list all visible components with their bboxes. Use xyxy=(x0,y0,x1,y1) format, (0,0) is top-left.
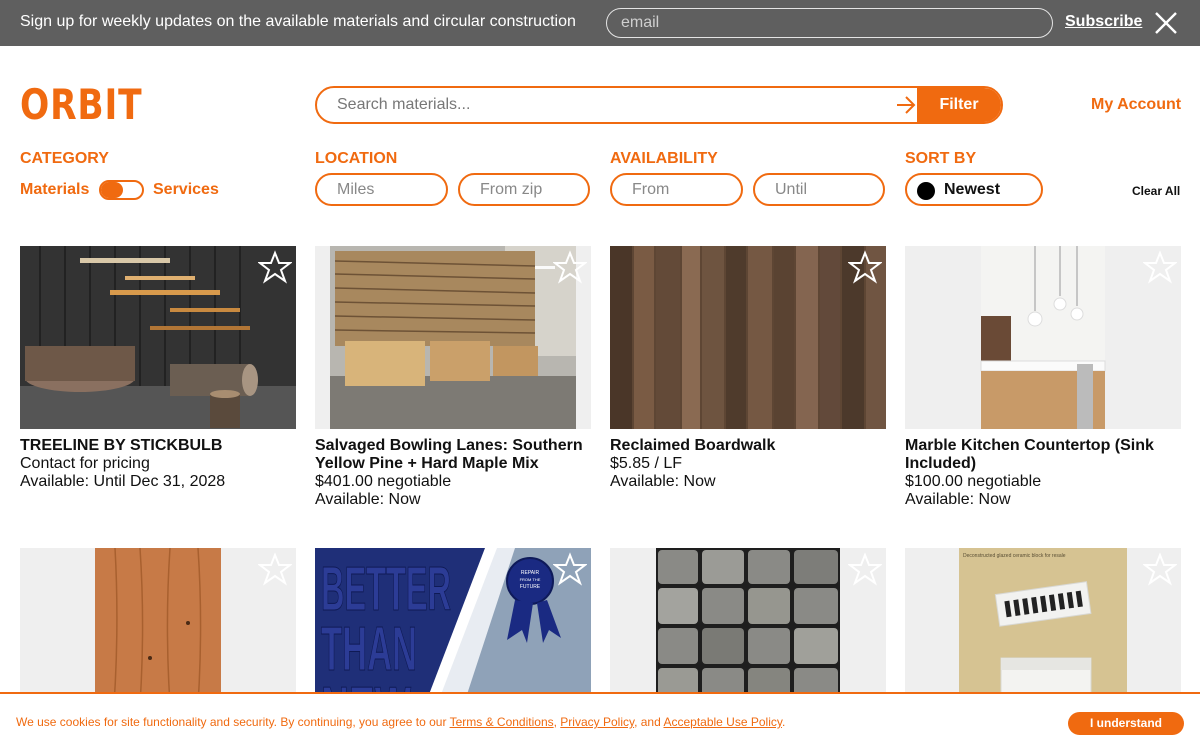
availability-label: AVAILABILITY xyxy=(610,150,718,167)
miles-input[interactable] xyxy=(315,173,448,206)
listing-price: $5.85 / LF xyxy=(610,455,683,472)
orbit-logo[interactable]: ORBIT xyxy=(20,84,142,126)
cookie-text: We use cookies for site functionality an… xyxy=(16,715,785,729)
listing-card[interactable]: Reclaimed Boardwalk $5.85 / LF Available… xyxy=(610,246,886,491)
poster-text-line-1: BETTER xyxy=(321,555,451,624)
my-account-link[interactable]: My Account xyxy=(1091,96,1181,114)
listing-title[interactable]: Reclaimed Boardwalk xyxy=(610,437,886,455)
star-icon[interactable] xyxy=(848,250,882,284)
cookie-message: We use cookies for site functionality an… xyxy=(16,715,450,729)
listing-price: $401.00 negotiable xyxy=(315,473,452,490)
star-icon[interactable] xyxy=(258,552,292,586)
banner-text: Sign up for weekly updates on the availa… xyxy=(20,13,576,30)
listing-availability: Available: Now xyxy=(315,491,421,508)
listing-card[interactable]: Marble Kitchen Countertop (Sink Included… xyxy=(905,246,1181,509)
search-input[interactable] xyxy=(317,88,887,122)
listing-availability: Available: Until Dec 31, 2028 xyxy=(20,473,226,490)
location-label: LOCATION xyxy=(315,150,398,167)
search-bar: Filter xyxy=(315,86,1003,124)
star-icon[interactable] xyxy=(553,552,587,586)
newsletter-email-input[interactable] xyxy=(606,8,1053,38)
star-icon[interactable] xyxy=(553,250,587,284)
listing-title[interactable]: TREELINE BY STICKBULB xyxy=(20,437,296,455)
ribbon-text-line-1: REPAIR xyxy=(521,570,540,576)
sort-value: Newest xyxy=(944,181,1001,198)
privacy-link[interactable]: Privacy Policy xyxy=(560,715,634,729)
category-toggle[interactable] xyxy=(99,180,144,200)
listing-price: $100.00 negotiable xyxy=(905,473,1042,490)
accept-cookies-button[interactable]: I understand xyxy=(1068,712,1184,735)
poster-text-line-2: THAN xyxy=(321,615,417,684)
available-until-input[interactable] xyxy=(753,173,885,206)
listing-availability: Available: Now xyxy=(905,491,1011,508)
toggle-knob xyxy=(101,182,123,198)
close-icon[interactable] xyxy=(1154,11,1178,35)
cookie-separator: , and xyxy=(634,715,664,729)
block-caption: Deconstructed glazed ceramic block for r… xyxy=(963,553,1066,559)
ribbon-text-line-2: FROM THE xyxy=(520,577,541,582)
terms-link[interactable]: Terms & Conditions xyxy=(450,715,554,729)
filter-button[interactable]: Filter xyxy=(917,88,1001,122)
available-from-input[interactable] xyxy=(610,173,743,206)
ribbon-text-line-3: FUTURE xyxy=(520,584,541,590)
listing-image xyxy=(20,246,296,429)
listing-image xyxy=(610,246,886,429)
arrow-right-icon[interactable] xyxy=(895,95,917,115)
sort-select[interactable]: Newest xyxy=(905,173,1043,206)
star-icon[interactable] xyxy=(1143,552,1177,586)
listing-title[interactable]: Marble Kitchen Countertop (Sink Included… xyxy=(905,437,1181,473)
listing-price: Contact for pricing xyxy=(20,455,150,472)
sort-radio-dot xyxy=(917,182,935,200)
cookie-banner: We use cookies for site functionality an… xyxy=(0,692,1200,750)
subscribe-link[interactable]: Subscribe xyxy=(1065,13,1142,31)
acceptable-use-link[interactable]: Acceptable Use Policy xyxy=(663,715,782,729)
listing-card[interactable]: Salvaged Bowling Lanes: Southern Yellow … xyxy=(315,246,591,509)
clear-all-button[interactable]: Clear All xyxy=(1132,184,1180,198)
category-label: CATEGORY xyxy=(20,150,109,167)
listing-image xyxy=(315,246,591,429)
sort-label: SORT BY xyxy=(905,150,977,167)
listing-title[interactable]: Salvaged Bowling Lanes: Southern Yellow … xyxy=(315,437,591,473)
listing-card[interactable]: TREELINE BY STICKBULB Contact for pricin… xyxy=(20,246,296,491)
listing-availability: Available: Now xyxy=(610,473,716,490)
cookie-period: . xyxy=(781,715,786,729)
zip-input[interactable] xyxy=(458,173,590,206)
star-icon[interactable] xyxy=(1143,250,1177,284)
star-icon[interactable] xyxy=(848,552,882,586)
category-materials-option[interactable]: Materials xyxy=(20,181,89,199)
newsletter-banner: Sign up for weekly updates on the availa… xyxy=(0,0,1200,46)
listing-image xyxy=(905,246,1181,429)
star-icon[interactable] xyxy=(258,250,292,284)
category-services-option[interactable]: Services xyxy=(153,181,219,199)
